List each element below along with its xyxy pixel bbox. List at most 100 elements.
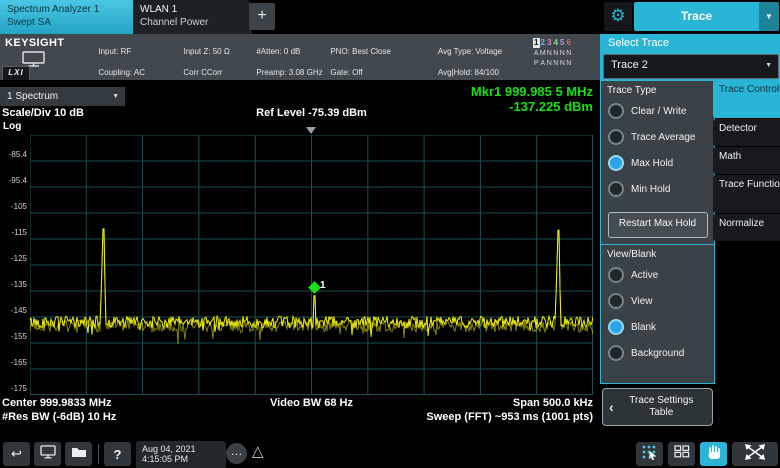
tab-math[interactable]: Math [713, 147, 780, 174]
trace-types-row: AMNNNN [533, 46, 572, 56]
radio-icon [608, 129, 624, 145]
y-axis-label: -105 [0, 202, 27, 211]
windows-grid-icon [674, 445, 690, 463]
radio-icon [608, 319, 624, 335]
window-select-dropdown[interactable]: 1 Spectrum ▼ [0, 87, 125, 106]
tab-normalize[interactable]: Normalize [713, 214, 780, 241]
radio-trace-average[interactable]: Trace Average [601, 124, 714, 150]
date-label: Aug 04, 2021 [142, 444, 226, 454]
tab-subtitle: Swept SA [7, 17, 138, 28]
display-icon [40, 445, 56, 464]
amplitude-scale-label: Log [3, 121, 21, 132]
radio-icon [608, 155, 624, 171]
back-arrow-icon: ↩ [11, 447, 22, 462]
radio-view[interactable]: View [601, 288, 714, 314]
chevron-down-icon: ▼ [759, 2, 779, 31]
tab-label: Normalize [719, 218, 764, 229]
radio-label: View [631, 296, 653, 307]
ref-level-label: Ref Level -75.39 dBm [30, 107, 593, 119]
add-mode-button[interactable]: + [249, 3, 275, 30]
radio-label: Background [631, 348, 684, 359]
trace-control-menu: Trace Type Clear / Write Trace Average M… [600, 80, 715, 384]
radio-icon [608, 103, 624, 119]
date-time-display[interactable]: Aug 04, 2021 4:15:05 PM [136, 441, 226, 468]
time-label: 4:15:05 PM [142, 454, 226, 464]
radio-max-hold[interactable]: Max Hold [601, 150, 714, 176]
expand-arrows-icon [744, 444, 766, 465]
y-axis-label: -125 [0, 254, 27, 263]
res-bw-annotation: #Res BW (-6dB) 10 Hz [2, 411, 116, 423]
y-axis-label: -165 [0, 358, 27, 367]
trace-register-flags: 123456 AMNNNN PANNNN [533, 36, 572, 66]
tab-label: Trace Control [719, 84, 779, 95]
help-label: ? [114, 447, 122, 462]
restart-max-hold-button[interactable]: Restart Max Hold [608, 212, 708, 238]
help-button[interactable]: ? [104, 442, 131, 466]
marker-number-label: 1 [320, 280, 326, 291]
trace-select-dropdown[interactable]: Trace 2 ▼ [603, 54, 779, 79]
window-arrange-button[interactable] [668, 442, 695, 466]
system-settings-button[interactable]: ⚙ [604, 2, 632, 31]
tab-title: WLAN 1 [140, 4, 252, 15]
layout-dots-icon [641, 444, 659, 465]
radio-icon [608, 181, 624, 197]
chevron-down-icon: ▼ [112, 87, 119, 106]
message-bubble-icon[interactable]: … [226, 443, 247, 464]
view-blank-radio-group: Active View Blank Background [601, 262, 714, 366]
y-axis-label: -95.4 [0, 176, 27, 185]
window-select-label: 1 Spectrum [7, 91, 58, 102]
trace-select-value: Trace 2 [611, 59, 648, 71]
hand-icon [705, 443, 723, 465]
bottom-toolbar: ↩ ? Aug 04, 2021 4:15:05 PM [0, 440, 780, 468]
screen-capture-button[interactable] [34, 442, 61, 466]
trace-menu-dropdown[interactable]: Trace ▼ [634, 2, 779, 31]
radio-label: Max Hold [631, 158, 673, 169]
radio-blank[interactable]: Blank [601, 314, 714, 340]
lxi-logo: LXI [2, 66, 30, 81]
measurement-window: 1 Spectrum ▼ Mkr1 999.985 5 MHz -137.225… [0, 80, 600, 440]
trace-numbers-row: 123456 [533, 36, 572, 46]
tab-trace-control[interactable]: Trace Control [713, 80, 780, 118]
chevron-left-icon: ‹ [603, 399, 617, 415]
trace-settings-table-button[interactable]: ‹ Trace Settings Table [602, 388, 713, 426]
instrument-status-bar: KEYSIGHT LXI Input: RF Coupling: AC Alig… [0, 34, 600, 80]
spectrum-graticule[interactable] [30, 135, 593, 395]
trace-settings-table-label: Trace Settings Table [617, 395, 712, 419]
select-trace-label: Select Trace [608, 37, 669, 49]
sweep-annotation: Sweep (FFT) ~953 ms (1001 pts) [260, 411, 593, 423]
tab-detector[interactable]: Detector [713, 119, 780, 146]
radio-clear-write[interactable]: Clear / Write [601, 98, 714, 124]
trace-type-radio-group: Clear / Write Trace Average Max Hold Min… [601, 98, 714, 202]
marker-frequency-readout: Mkr1 999.985 5 MHz [260, 84, 593, 99]
save-button[interactable] [65, 442, 92, 466]
radio-label: Blank [631, 322, 656, 333]
radio-label: Trace Average [631, 132, 695, 143]
back-button[interactable]: ↩ [3, 442, 30, 466]
trace-detectors-row: PANNNN [533, 56, 572, 66]
tab-spectrum-analyzer[interactable]: Spectrum Analyzer 1 Swept SA [0, 0, 138, 38]
touch-pan-button[interactable] [700, 442, 727, 466]
radio-min-hold[interactable]: Min Hold [601, 176, 714, 202]
tab-title: Spectrum Analyzer 1 [7, 4, 138, 15]
tab-label: Detector [719, 123, 757, 134]
annotation-triangle-icon: △ [252, 442, 264, 460]
radio-background[interactable]: Background [601, 340, 714, 366]
spectrum-analyzer-app: Spectrum Analyzer 1 Swept SA WLAN 1 Chan… [0, 0, 780, 468]
y-axis-label: -85.4 [0, 150, 27, 159]
trace-type-label: Trace Type [601, 81, 714, 98]
folder-icon [71, 445, 87, 463]
tab-wlan[interactable]: WLAN 1 Channel Power [133, 0, 252, 38]
radio-label: Active [631, 270, 658, 281]
fullscreen-button[interactable] [732, 442, 778, 466]
toolbar-divider [98, 444, 99, 464]
tab-trace-function[interactable]: Trace Function [713, 175, 780, 213]
y-axis-label: -145 [0, 306, 27, 315]
view-blank-label: View/Blank [601, 245, 714, 262]
y-axis-label: -115 [0, 228, 27, 237]
tab-subtitle: Channel Power [140, 17, 252, 28]
radio-active[interactable]: Active [601, 262, 714, 288]
tab-label: Trace Function [719, 179, 780, 190]
layout-select-button[interactable] [636, 442, 663, 466]
trace-menu-label: Trace [634, 2, 759, 31]
y-axis-label: -175 [0, 384, 27, 393]
